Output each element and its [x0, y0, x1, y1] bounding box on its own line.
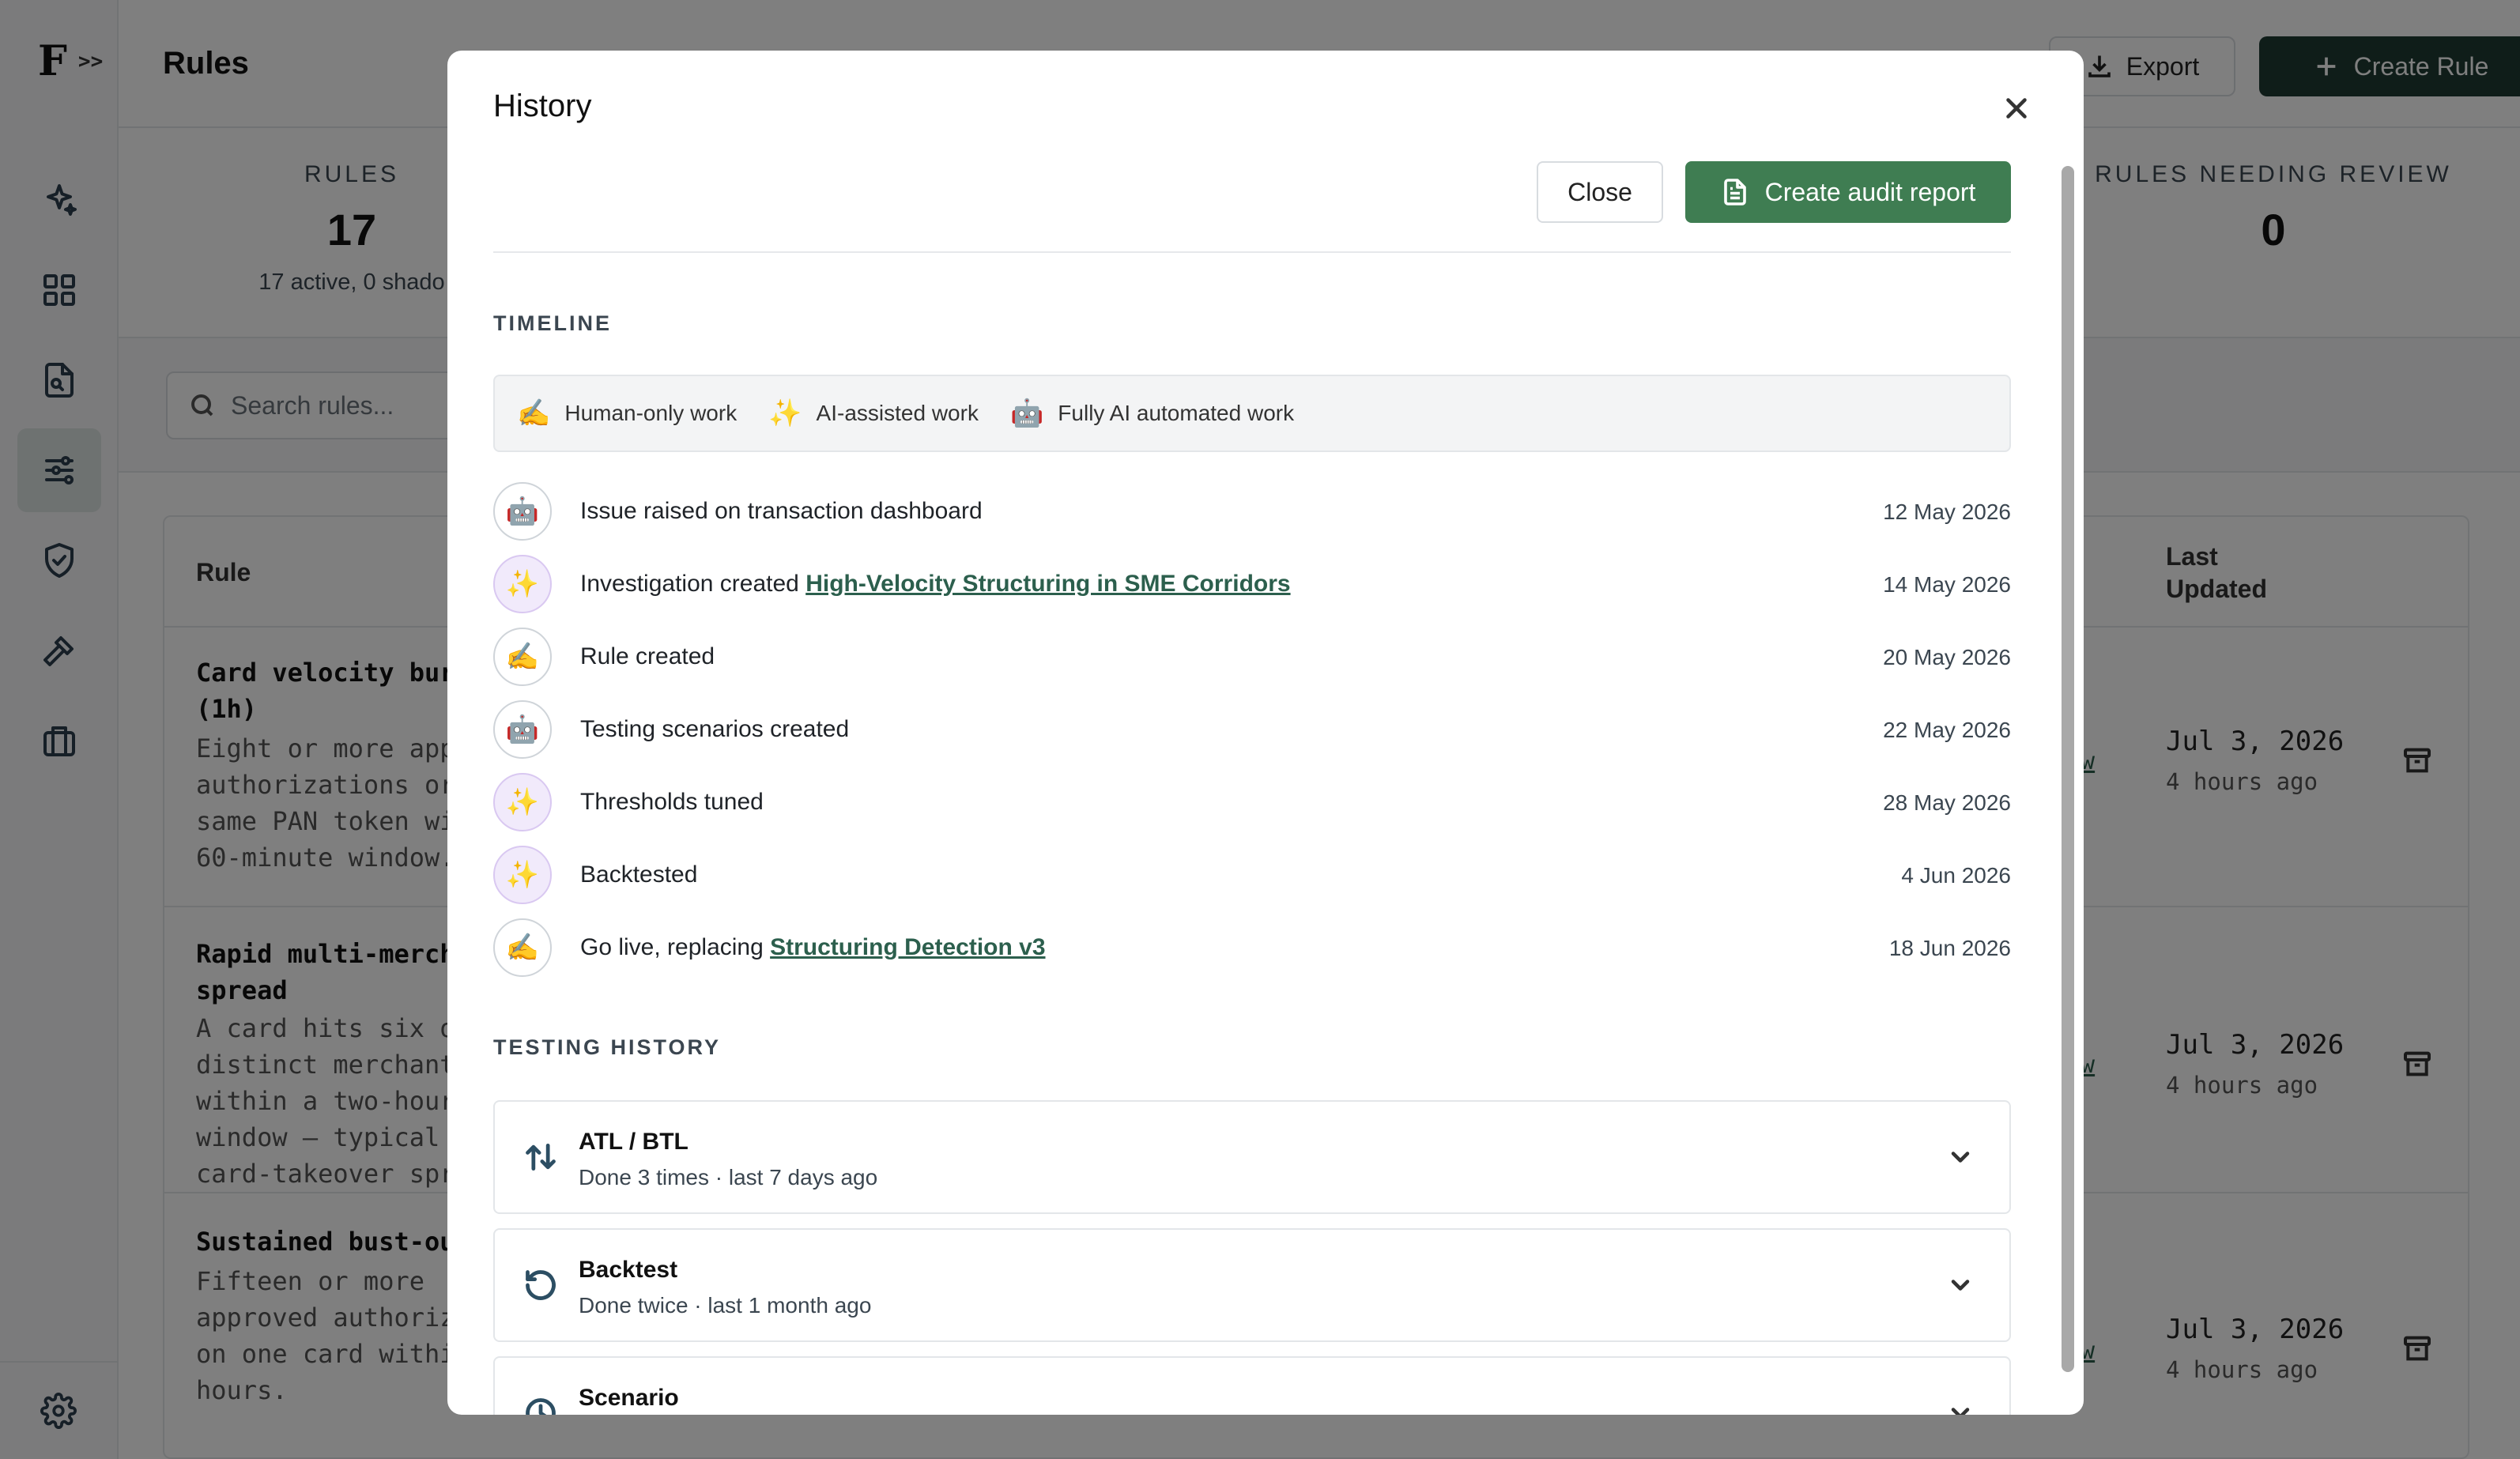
timeline-text: Go live, replacing Structuring Detection… — [580, 934, 1046, 961]
legend-ai-assisted: ✨ AI-assisted work — [768, 400, 979, 427]
testing-summary: Done 3 times · last 7 days ago — [579, 1165, 878, 1189]
writing-hand-icon: ✍️ — [517, 398, 551, 428]
chevron-down-icon[interactable] — [1946, 1271, 1978, 1303]
timeline-date: 20 May 2026 — [1883, 645, 2011, 669]
timeline-item: ✨ Investigation created High-Velocity St… — [493, 555, 2011, 615]
scenario-icon — [523, 1396, 558, 1415]
create-audit-report-label: Create audit report — [1764, 177, 1976, 206]
writing-hand-icon: ✍️ — [493, 918, 552, 977]
chevron-down-icon[interactable] — [1946, 1143, 1978, 1174]
testing-card-atl-btl[interactable]: ATL / BTL Done 3 times · last 7 days ago — [493, 1100, 2011, 1214]
timeline-date: 12 May 2026 — [1883, 500, 2011, 524]
document-icon — [1723, 179, 1746, 205]
timeline-text-prefix: Go live, replacing — [580, 934, 771, 960]
legend-label: Fully AI automated work — [1058, 401, 1295, 425]
timeline-text: Rule created — [580, 643, 715, 669]
testing-card-backtest[interactable]: Backtest Done twice · last 1 month ago — [493, 1228, 2011, 1342]
testing-summary: Done twice · last 1 month ago — [579, 1293, 872, 1318]
timeline-heading: TIMELINE — [493, 311, 612, 335]
testing-history-heading: TESTING HISTORY — [493, 1035, 722, 1059]
timeline-date: 18 Jun 2026 — [1888, 936, 2011, 960]
timeline-text: Investigation created High-Velocity Stru… — [580, 571, 1291, 598]
timeline-item: ✍️ Go live, replacing Structuring Detect… — [493, 918, 2011, 978]
legend-label: Human-only work — [564, 401, 738, 425]
testing-card-scenario[interactable]: Scenario — [493, 1356, 2011, 1415]
investigation-link[interactable]: High-Velocity Structuring in SME Corrido… — [805, 571, 1290, 597]
sparkles-icon: ✨ — [768, 398, 802, 428]
timeline-text: Backtested — [580, 861, 698, 888]
replaced-rule-link[interactable]: Structuring Detection v3 — [770, 934, 1045, 960]
modal-divider — [493, 251, 2011, 253]
timeline-date: 28 May 2026 — [1883, 790, 2011, 815]
testing-name: Backtest — [579, 1257, 678, 1283]
robot-icon: 🤖 — [493, 700, 552, 759]
legend-human: ✍️ Human-only work — [517, 400, 737, 427]
timeline-text: Thresholds tuned — [580, 789, 764, 815]
timeline-item: 🤖 Issue raised on transaction dashboard … — [493, 482, 2011, 542]
timeline-date: 4 Jun 2026 — [1901, 863, 2011, 888]
testing-name: Scenario — [579, 1385, 679, 1411]
timeline-legend: ✍️ Human-only work ✨ AI-assisted work 🤖 … — [493, 375, 2011, 452]
close-button[interactable]: Close — [1537, 161, 1663, 223]
sparkles-icon: ✨ — [493, 555, 552, 613]
legend-label: AI-assisted work — [816, 401, 979, 425]
create-audit-report-button[interactable]: Create audit report — [1685, 161, 2011, 223]
timeline-date: 14 May 2026 — [1883, 572, 2011, 597]
robot-icon: 🤖 — [1009, 398, 1044, 428]
timeline-item: ✨ Thresholds tuned 28 May 2026 — [493, 773, 2011, 833]
close-icon — [2006, 98, 2027, 119]
modal-scrollbar-thumb[interactable] — [2062, 166, 2074, 1372]
arrows-up-down-icon — [523, 1140, 558, 1174]
writing-hand-icon: ✍️ — [493, 628, 552, 686]
timeline-date: 22 May 2026 — [1883, 718, 2011, 742]
robot-icon: 🤖 — [493, 482, 552, 541]
history-icon — [523, 1268, 558, 1303]
timeline-item: ✨ Backtested 4 Jun 2026 — [493, 846, 2011, 906]
timeline-text: Testing scenarios created — [580, 716, 850, 742]
modal-close-button[interactable] — [1998, 90, 2035, 126]
timeline-item: 🤖 Testing scenarios created 22 May 2026 — [493, 700, 2011, 760]
history-modal: History Close Create audit report TIMELI… — [447, 51, 2084, 1415]
modal-title: History — [493, 89, 592, 123]
timeline-item: ✍️ Rule created 20 May 2026 — [493, 628, 2011, 688]
sparkles-icon: ✨ — [493, 846, 552, 904]
chevron-down-icon[interactable] — [1946, 1399, 1978, 1415]
testing-name: ATL / BTL — [579, 1129, 688, 1155]
legend-automated: 🤖 Fully AI automated work — [1010, 400, 1294, 427]
timeline-text-prefix: Investigation created — [580, 571, 806, 597]
timeline-text: Issue raised on transaction dashboard — [580, 498, 983, 524]
sparkles-icon: ✨ — [493, 773, 552, 831]
